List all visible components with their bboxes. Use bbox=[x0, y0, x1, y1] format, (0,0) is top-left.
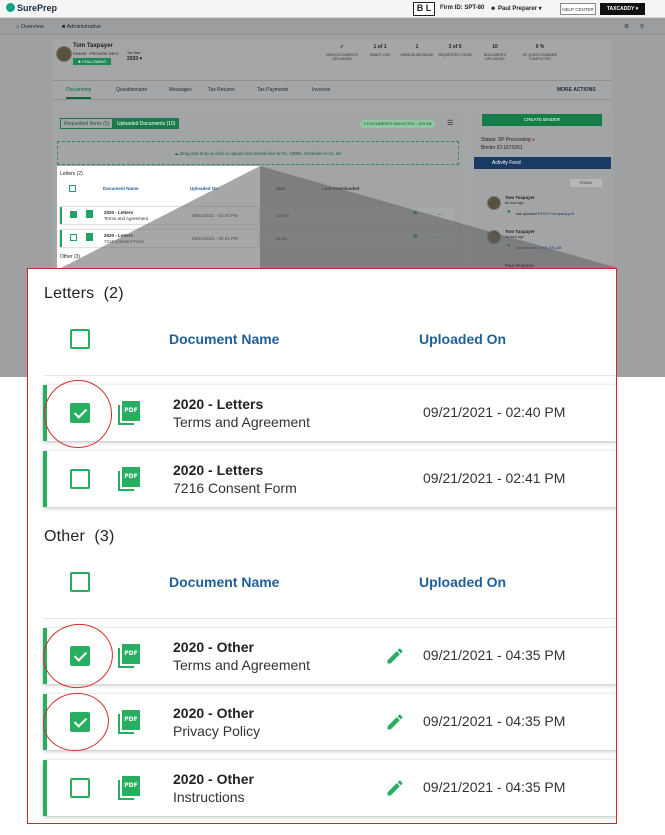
document-row[interactable]: PDF 2020 - Letters Terms and Agreement 0… bbox=[43, 385, 616, 441]
letters-section-title: Letters (2) bbox=[44, 285, 124, 302]
document-category: 2020 - Letters bbox=[173, 462, 264, 478]
pencil-edit-icon[interactable] bbox=[385, 712, 405, 732]
upload-date: 09/21/2021 - 02:41 PM bbox=[423, 470, 566, 486]
col-header-document-name[interactable]: Document Name bbox=[169, 331, 279, 347]
upload-date: 09/21/2021 - 04:35 PM bbox=[423, 779, 566, 795]
row-checkbox[interactable] bbox=[70, 469, 90, 489]
document-name: Privacy Policy bbox=[173, 723, 261, 739]
document-name: Instructions bbox=[173, 789, 245, 805]
pdf-icon: PDF bbox=[118, 710, 140, 734]
upload-date: 09/21/2021 - 02:40 PM bbox=[423, 404, 566, 420]
document-row[interactable]: PDF 2020 - Other Privacy Policy 09/21/20… bbox=[43, 694, 616, 750]
document-category: 2020 - Letters bbox=[173, 396, 264, 412]
document-row[interactable]: PDF 2020 - Other Terms and Agreement 09/… bbox=[43, 628, 616, 684]
col-header-uploaded-on[interactable]: Uploaded On bbox=[419, 331, 506, 347]
pdf-icon: PDF bbox=[118, 401, 140, 425]
document-name: Terms and Agreement bbox=[173, 657, 310, 673]
zoomed-document-panel: Letters (2) Document Name Uploaded On PD… bbox=[27, 268, 617, 824]
document-name: Terms and Agreement bbox=[173, 414, 310, 430]
pencil-edit-icon[interactable] bbox=[385, 778, 405, 798]
document-row[interactable]: PDF 2020 - Letters 7216 Consent Form 09/… bbox=[43, 451, 616, 507]
col-header-document-name[interactable]: Document Name bbox=[169, 574, 279, 590]
pdf-icon: PDF bbox=[118, 467, 140, 491]
row-checkbox[interactable] bbox=[70, 778, 90, 798]
screenshot-stage: SurePrep B L Firm ID: SPT-80 ☻ Paul Prep… bbox=[0, 0, 665, 835]
document-name: 7216 Consent Form bbox=[173, 480, 297, 496]
pdf-icon: PDF bbox=[118, 776, 140, 800]
document-category: 2020 - Other bbox=[173, 705, 254, 721]
upload-date: 09/21/2021 - 04:35 PM bbox=[423, 647, 566, 663]
document-category: 2020 - Other bbox=[173, 639, 254, 655]
other-section-title: Other (3) bbox=[44, 528, 115, 545]
document-row[interactable]: PDF 2020 - Other Instructions 09/21/2021… bbox=[43, 760, 616, 816]
upload-date: 09/21/2021 - 04:35 PM bbox=[423, 713, 566, 729]
divider bbox=[44, 618, 616, 619]
document-category: 2020 - Other bbox=[173, 771, 254, 787]
pdf-icon: PDF bbox=[118, 644, 140, 668]
pencil-edit-icon[interactable] bbox=[385, 646, 405, 666]
col-header-uploaded-on[interactable]: Uploaded On bbox=[419, 574, 506, 590]
letters-select-all-checkbox[interactable] bbox=[70, 329, 90, 349]
other-select-all-checkbox[interactable] bbox=[70, 572, 90, 592]
divider bbox=[44, 375, 616, 376]
